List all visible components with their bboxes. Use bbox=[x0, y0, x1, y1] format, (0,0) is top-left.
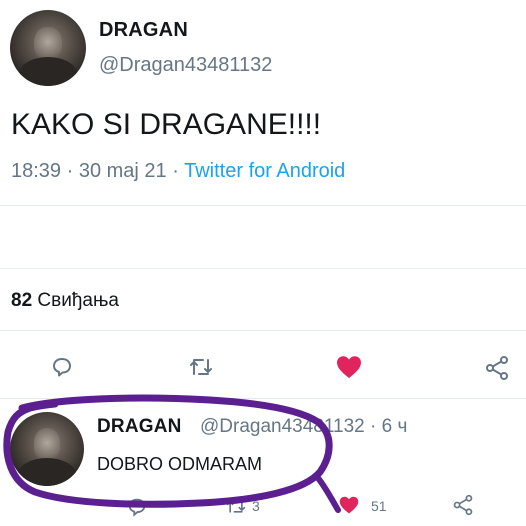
meta-separator: · bbox=[172, 160, 185, 182]
reply-like-count: 51 bbox=[371, 498, 387, 514]
divider bbox=[0, 330, 526, 331]
retweet-icon[interactable] bbox=[188, 355, 214, 379]
tweet-time: 18:39 bbox=[11, 160, 62, 182]
reply-avatar[interactable] bbox=[10, 412, 84, 486]
share-icon[interactable] bbox=[452, 494, 474, 516]
avatar-face bbox=[34, 26, 62, 61]
divider bbox=[0, 398, 526, 399]
author-handle[interactable]: @Dragan43481132 bbox=[99, 54, 272, 77]
heart-icon[interactable] bbox=[335, 354, 363, 380]
reply-icon[interactable] bbox=[50, 355, 74, 379]
reply-retweet-count: 3 bbox=[252, 498, 260, 514]
avatar[interactable] bbox=[10, 10, 86, 86]
reply-author-name[interactable]: DRAGAN bbox=[97, 416, 182, 438]
likes-label: Свиђања bbox=[37, 290, 119, 311]
meta-separator: · bbox=[370, 416, 382, 437]
likes-count: 82 bbox=[11, 290, 33, 311]
tweet-date: 30 maj 21 bbox=[78, 160, 167, 182]
divider bbox=[0, 205, 526, 206]
likes-summary[interactable]: 82 Свиђања bbox=[11, 290, 119, 312]
reply-age: 6 ч bbox=[381, 416, 408, 437]
reply-text: DOBRO ODMARAM bbox=[97, 454, 263, 474]
divider bbox=[0, 268, 526, 269]
reply-icon[interactable] bbox=[126, 496, 148, 518]
tweet-client[interactable]: Twitter for Android bbox=[184, 160, 345, 182]
reply-meta: @Dragan43481132 · 6 ч bbox=[200, 416, 407, 438]
author-name[interactable]: DRAGAN bbox=[99, 19, 188, 42]
avatar-face bbox=[33, 428, 61, 461]
tweet-text: KAKO SI DRAGANE!!!! bbox=[11, 108, 322, 141]
reply-author-handle[interactable]: @Dragan43481132 bbox=[200, 416, 365, 437]
retweet-icon[interactable] bbox=[225, 496, 247, 516]
avatar-shoulders bbox=[17, 57, 79, 86]
share-icon[interactable] bbox=[484, 355, 510, 381]
heart-icon[interactable] bbox=[338, 495, 360, 515]
avatar-shoulders bbox=[17, 457, 77, 486]
tweet-meta: 18:39 · 30 maj 21 · Twitter for Android bbox=[11, 160, 345, 183]
meta-separator: · bbox=[66, 160, 79, 182]
